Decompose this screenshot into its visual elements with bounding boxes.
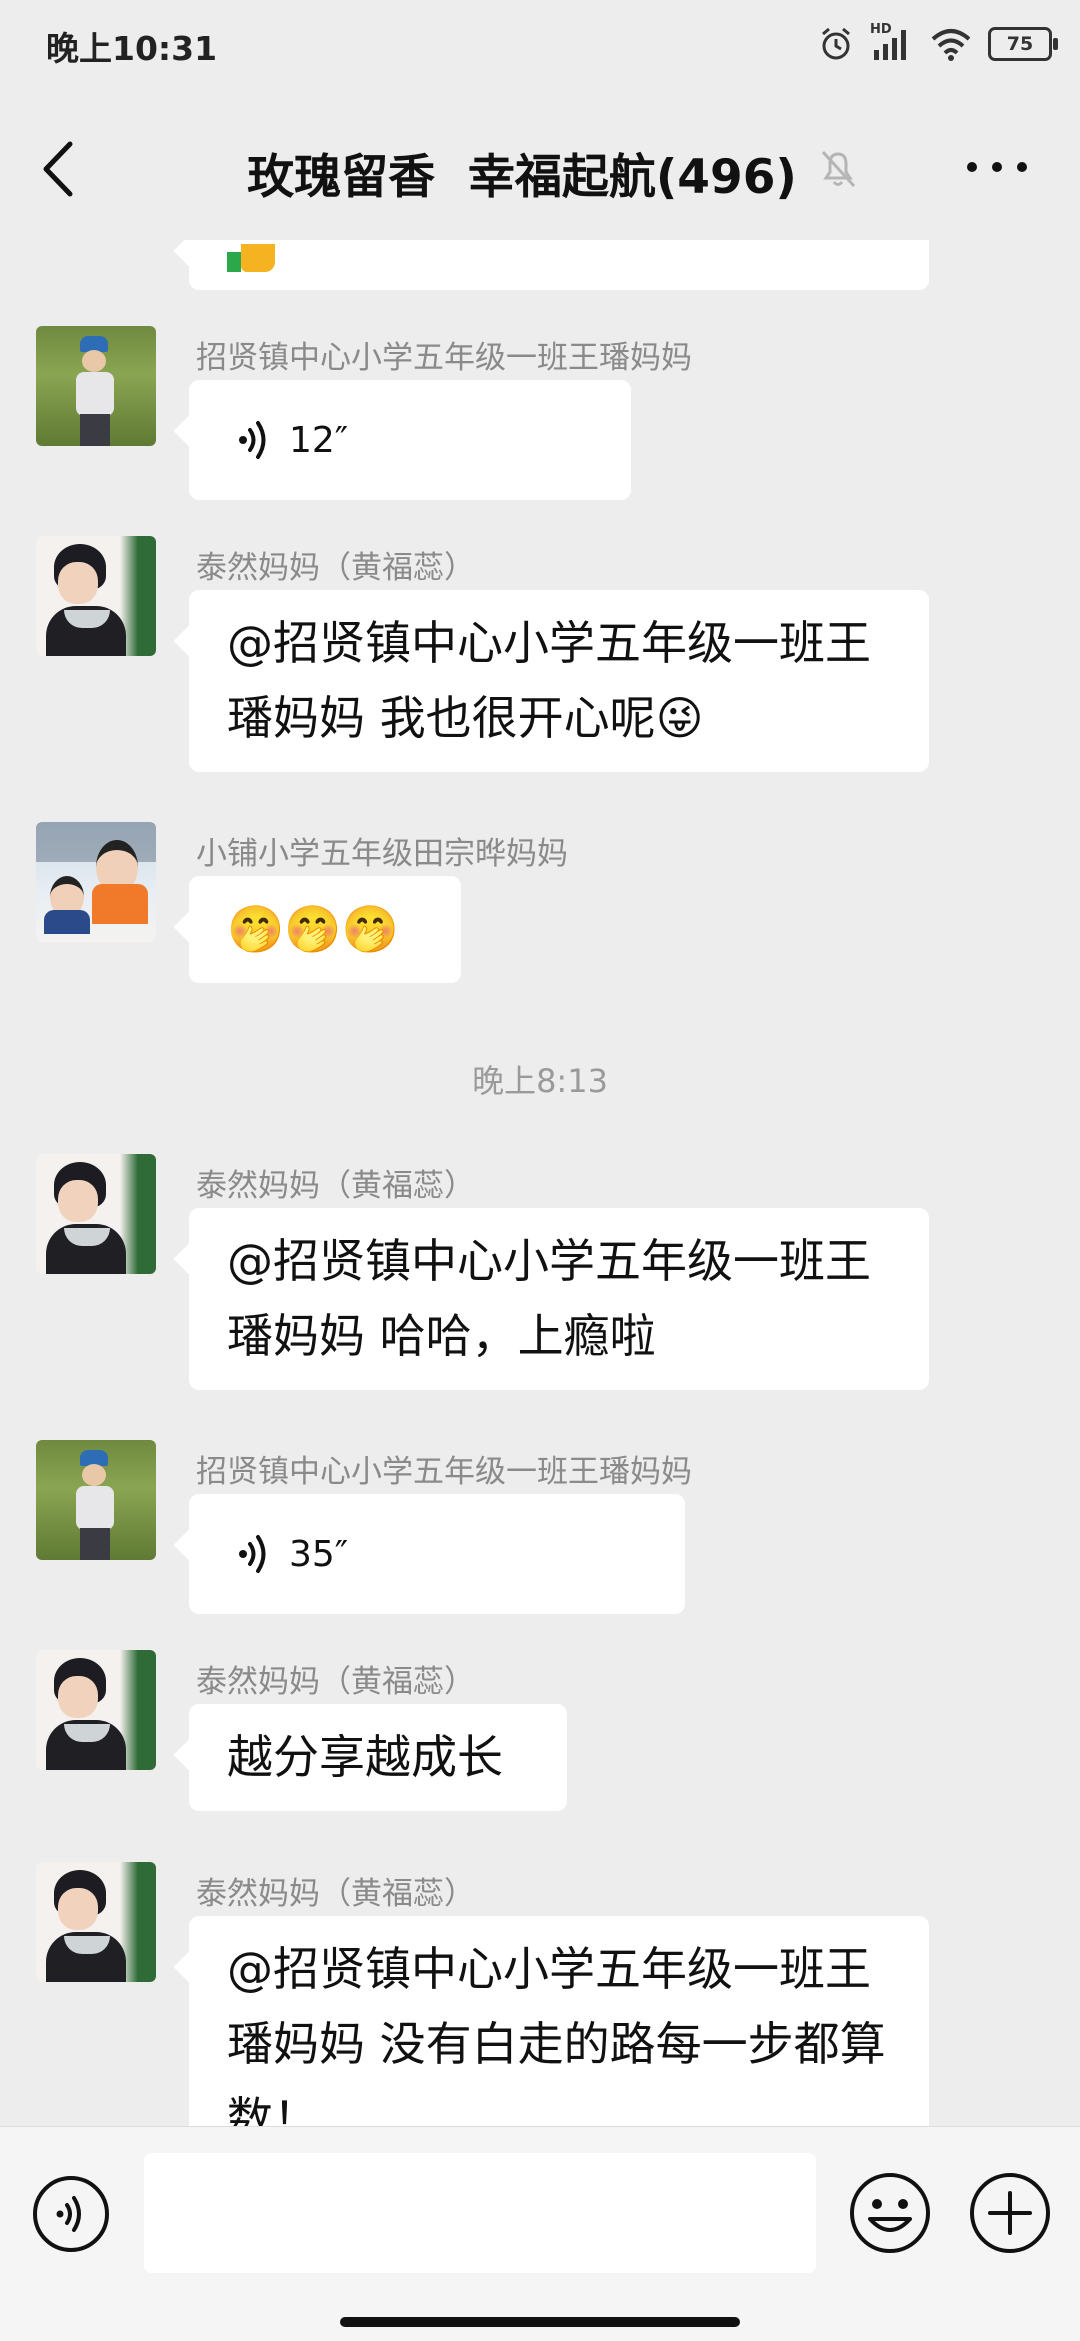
avatar[interactable] (36, 536, 156, 656)
voice-duration: 12″ (289, 419, 349, 461)
bell-muted-icon (821, 150, 856, 188)
status-icons: HD 75 (818, 22, 1058, 66)
avatar[interactable] (36, 1650, 156, 1770)
message-bubble[interactable]: @招贤镇中心小学五年级一班王璠妈妈 没有白走的路每一步都算数！ (189, 1916, 929, 2126)
sender-name: 小铺小学五年级田宗晔妈妈 (196, 836, 568, 872)
chat-message-list[interactable]: 招贤镇中心小学五年级一班王璠妈妈 12″ 泰然妈妈（黄福蕊） @招贤镇中心小学五… (0, 240, 1080, 2126)
avatar[interactable] (36, 326, 156, 446)
voice-message: 35″ (189, 1494, 685, 1614)
wifi-icon (931, 29, 971, 61)
message-text: @招贤镇中心小学五年级一班王璠妈妈 我也很开心呢😜 (227, 616, 871, 745)
chat-title-text: 玫瑰留香 幸福起航(496) (247, 150, 797, 205)
chat-title: 玫瑰留香 幸福起航(496) (0, 138, 1080, 207)
voice-input-icon[interactable] (32, 2175, 110, 2253)
home-indicator[interactable] (340, 2317, 740, 2327)
avatar[interactable] (36, 822, 156, 942)
message-text: @招贤镇中心小学五年级一班王璠妈妈 哈哈，上瘾啦 (227, 1234, 871, 1363)
voice-message-bubble[interactable]: 12″ (189, 380, 631, 500)
nav-bar: 玫瑰留香 幸福起航(496) (0, 96, 1080, 240)
voice-wave-icon (239, 421, 266, 459)
sender-name: 招贤镇中心小学五年级一班王璠妈妈 (196, 340, 692, 376)
message-text: 越分享越成长 (227, 1730, 503, 1784)
sender-name: 泰然妈妈（黄福蕊） (196, 1664, 475, 1700)
status-bar: 晚上10:31 HD 75 (0, 0, 1080, 96)
input-bar (0, 2126, 1080, 2341)
avatar[interactable] (36, 1862, 156, 1982)
message-bubble-partial[interactable] (189, 240, 929, 290)
alarm-icon (822, 27, 850, 60)
message-bubble[interactable]: 越分享越成长 (189, 1704, 567, 1811)
signal-icon: HD (870, 22, 914, 62)
message-text: @招贤镇中心小学五年级一班王璠妈妈 没有白走的路每一步都算数！ (227, 1942, 886, 2126)
message-bubble[interactable]: @招贤镇中心小学五年级一班王璠妈妈 哈哈，上瘾啦 (189, 1208, 929, 1390)
message-text: 🤭🤭🤭 (227, 902, 399, 956)
more-dots-icon[interactable] (962, 152, 1032, 182)
time-divider: 晚上8:13 (472, 1062, 608, 1100)
smiley-icon[interactable] (848, 2171, 932, 2255)
status-time: 晚上10:31 (46, 29, 218, 68)
avatar[interactable] (36, 1154, 156, 1274)
sticker-partial (227, 244, 277, 274)
message-bubble[interactable]: @招贤镇中心小学五年级一班王璠妈妈 我也很开心呢😜 (189, 590, 929, 772)
voice-wave-icon (239, 1535, 266, 1573)
plus-circle-icon[interactable] (968, 2171, 1052, 2255)
battery-icon: 75 (988, 27, 1058, 61)
message-bubble[interactable]: 🤭🤭🤭 (189, 876, 461, 983)
sender-name: 泰然妈妈（黄福蕊） (196, 1168, 475, 1204)
sender-name: 泰然妈妈（黄福蕊） (196, 550, 475, 586)
sender-name: 招贤镇中心小学五年级一班王璠妈妈 (196, 1454, 692, 1490)
voice-duration: 35″ (289, 1533, 349, 1575)
message-input[interactable] (144, 2153, 816, 2273)
voice-message: 12″ (189, 380, 631, 500)
avatar[interactable] (36, 1440, 156, 1560)
sender-name: 泰然妈妈（黄福蕊） (196, 1876, 475, 1912)
voice-message-bubble[interactable]: 35″ (189, 1494, 685, 1614)
